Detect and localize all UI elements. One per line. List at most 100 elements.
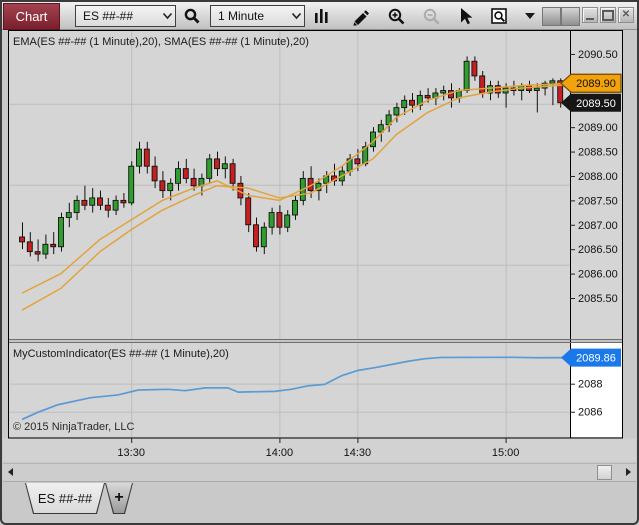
zoom-out-icon [423,8,439,24]
restore-button[interactable] [600,7,616,23]
interval-selector[interactable]: 1 Minute [210,5,305,27]
horizontal-scrollbar[interactable] [3,463,636,482]
close-icon: ✕ [621,9,631,20]
scroll-left-button[interactable] [3,464,17,480]
price-tick-label: 2090.50 [578,49,618,61]
chevron-down-icon [159,12,175,20]
candle-down [471,60,478,77]
instrument-selector[interactable]: ES ##-## [75,5,176,27]
candle-down [276,212,283,228]
svg-text:2089.90: 2089.90 [576,78,616,90]
close-button[interactable]: ✕ [618,7,634,23]
tab-bar: ES ##-## + [2,481,637,521]
candle-up [167,182,174,192]
candle-up [401,99,408,109]
time-tick-label: 13:30 [117,447,145,459]
candle-up [206,158,213,179]
time-tick-label: 15:00 [492,447,520,459]
candle-up [292,199,298,216]
zoom-in-button[interactable] [383,4,409,28]
price-tick-label: 2085.50 [578,293,618,305]
price-tick-label: 2088.00 [578,171,618,183]
arrow-left-icon [4,468,13,476]
indicator-price-marker: 2089.86 [561,348,621,367]
zoom-out-button[interactable] [418,4,444,28]
candle-down [354,158,361,165]
chart-style-button[interactable] [308,4,334,28]
candle-down [97,197,103,206]
candle-up [112,199,119,211]
add-tab-button[interactable]: + [105,483,133,514]
chart-canvas[interactable]: 2090.50 2089.00 2088.50 2088.00 2087.50 2087.… [0,0,639,525]
candle-down [424,94,431,99]
candle-up [128,165,135,204]
candle-down [214,158,220,170]
time-axis-bg [3,438,636,462]
time-tick-label: 14:00 [266,447,294,459]
candle-down [479,75,486,94]
candle-up [393,107,400,116]
instrument-link-button[interactable] [542,7,561,26]
time-tick-label: 14:30 [344,447,372,459]
candle-up [73,199,80,214]
ema-price-marker: 2089.90 [560,73,622,93]
drawing-tools-button[interactable] [346,4,372,28]
candle-up [533,87,540,91]
candle-down [182,168,189,179]
candle-down [159,180,166,192]
price-tick-label: 2086.50 [578,244,618,256]
toolbar-more-dropdown[interactable] [520,4,540,28]
candle-up [440,90,447,94]
tab-label: ES ##-## [26,483,104,513]
cursor-arrow-icon [460,8,472,25]
candle-down [104,204,111,211]
restore-icon [602,9,614,21]
candle-down [26,241,33,253]
candle-down [190,177,197,187]
copyright-label: © 2015 NinjaTrader, LLC [13,421,134,433]
arrow-right-icon [626,468,635,476]
instrument-value: ES ##-## [83,9,134,23]
scrollbar-thumb[interactable] [597,465,612,480]
price-tick-label: 2087.00 [578,220,618,232]
data-box-icon [490,8,507,24]
candle-down [229,163,236,184]
candle-up [260,226,267,248]
caret-down-icon [525,13,535,19]
candle-down [143,148,150,167]
candle-up [65,212,72,218]
indicator-tick-label: 2088 [578,379,602,391]
candle-down [50,243,57,248]
svg-text:2089.50: 2089.50 [576,98,616,110]
candle-up [175,168,181,184]
minimize-button[interactable] [582,7,598,23]
candle-up [89,197,96,206]
toolbar: Chart ES ##-## 1 Minute ✕ [2,2,637,30]
last-price-marker: 2089.50 [561,93,621,112]
interval-value: 1 Minute [218,9,265,23]
interval-link-button[interactable] [561,7,580,26]
price-tick-label: 2088.50 [578,147,618,159]
pencil-icon [353,9,369,26]
bar-chart-icon [315,9,328,23]
candle-up [268,212,275,228]
candle-down [245,197,252,226]
price-tick-label: 2089.00 [578,122,618,134]
tab-es-instrument[interactable]: ES ##-## [25,483,105,514]
minimize-icon [586,17,594,20]
candle-up [549,80,556,84]
scroll-right-button[interactable] [622,464,636,480]
instrument-search-button[interactable] [179,4,205,28]
data-box-button[interactable] [486,4,512,28]
candle-down [253,224,259,248]
chevron-down-icon [288,12,304,20]
candle-down [120,199,127,204]
candle-down [151,165,158,182]
chart-window-tab[interactable]: Chart [3,3,60,30]
price-panel-label: EMA(ES ##-## (1 Minute),20), SMA(ES ##-#… [13,36,309,48]
candle-down [409,99,415,106]
candle-up [136,148,142,167]
cursor-button[interactable] [452,4,478,28]
search-icon [184,8,200,24]
candle-down [34,251,41,255]
